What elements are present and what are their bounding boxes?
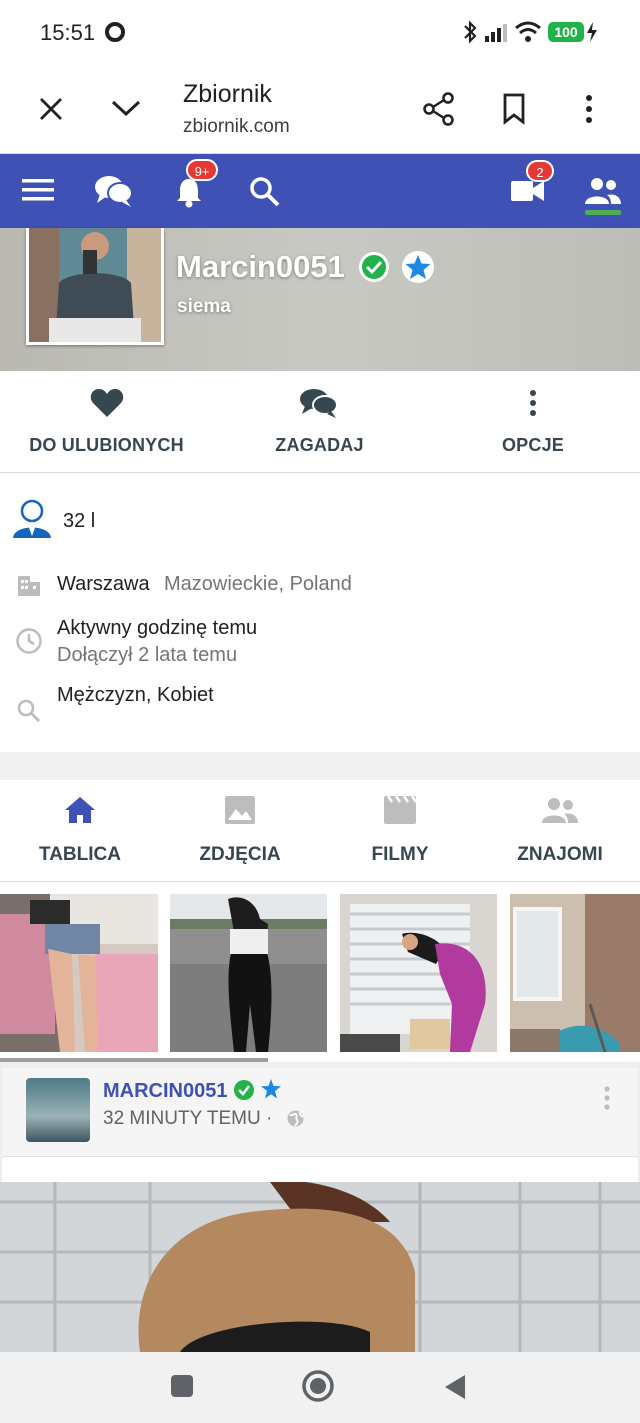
close-icon[interactable]	[38, 96, 64, 122]
status-time: 15:51	[40, 20, 96, 45]
active-tab-indicator	[585, 210, 621, 215]
options-button[interactable]: OPCJE	[426, 371, 640, 473]
tab-board-label: TABLICA	[39, 844, 121, 865]
post-more-icon[interactable]	[602, 1086, 612, 1112]
post-content-spacer	[2, 1156, 638, 1182]
recents-icon[interactable]	[170, 1374, 194, 1398]
photo-thumbnail[interactable]	[340, 894, 497, 1052]
profile-region: Mazowieckie, Poland	[164, 573, 352, 595]
post-image[interactable]	[0, 1182, 640, 1352]
globe-icon	[287, 1110, 304, 1127]
charging-icon	[587, 22, 597, 42]
status-circle-icon	[105, 22, 125, 42]
bookmark-icon[interactable]	[502, 93, 526, 125]
chat-icon[interactable]	[94, 174, 134, 208]
back-icon[interactable]	[443, 1373, 467, 1401]
home-icon	[65, 797, 95, 823]
city-icon	[18, 576, 40, 596]
heart-icon	[90, 389, 124, 417]
wifi-icon	[515, 21, 541, 42]
tab-videos-label: FILMY	[371, 844, 429, 865]
clock-icon	[16, 628, 42, 654]
looking-for: Mężczyzn, Kobiet	[57, 684, 214, 706]
profile-avatar[interactable]	[26, 228, 164, 345]
site-header: 9+ 2	[0, 154, 640, 228]
verified-check-icon	[234, 1080, 254, 1100]
ask-label: ZAGADAJ	[275, 435, 364, 455]
page-url: zbiornik.com	[183, 116, 290, 137]
profile-city: Warszawa	[57, 573, 150, 595]
verified-check-icon	[359, 252, 389, 282]
photo-thumbnail[interactable]	[0, 894, 158, 1052]
friends-icon	[542, 798, 578, 823]
more-vert-icon[interactable]	[583, 94, 595, 124]
page-title: Zbiornik	[183, 80, 272, 108]
search-icon[interactable]	[249, 176, 281, 208]
tab-board[interactable]: TABLICA	[0, 780, 160, 882]
film-icon	[384, 796, 416, 824]
friends-icon[interactable]	[585, 176, 621, 206]
hamburger-menu-icon[interactable]	[22, 178, 54, 202]
section-gap	[0, 752, 640, 780]
image-icon	[225, 796, 255, 824]
tab-friends[interactable]: ZNAJOMI	[480, 780, 640, 882]
thumbnail-image	[340, 894, 497, 1052]
battery-indicator: 100	[548, 22, 584, 42]
star-badge-icon	[261, 1079, 281, 1099]
post-author-avatar[interactable]	[26, 1078, 90, 1142]
browser-toolbar: Zbiornik zbiornik.com	[0, 64, 640, 154]
chevron-down-icon[interactable]	[110, 98, 142, 118]
male-user-icon	[13, 499, 51, 538]
options-label: OPCJE	[501, 435, 565, 455]
photo-strip	[0, 894, 640, 1052]
video-call-icon[interactable]	[511, 179, 545, 203]
system-navigation-bar	[0, 1352, 640, 1423]
star-badge-icon	[402, 251, 434, 283]
video-badge: 2	[526, 160, 554, 182]
tab-videos[interactable]: FILMY	[320, 780, 480, 882]
tab-photos-label: ZDJĘCIA	[199, 844, 281, 865]
post-timestamp: 32 MINUTY TEMU ·	[103, 1108, 273, 1129]
signal-icon	[485, 24, 507, 42]
tab-friends-label: ZNAJOMI	[517, 844, 603, 865]
photo-thumbnail[interactable]	[170, 894, 327, 1052]
tab-photos[interactable]: ZDJĘCIA	[160, 780, 320, 882]
post-header	[2, 1068, 638, 1156]
profile-username: Marcin0051	[176, 249, 345, 284]
post-author[interactable]: MARCIN0051	[103, 1080, 227, 1103]
share-icon[interactable]	[422, 92, 456, 126]
last-active: Aktywny godzinę temu	[57, 617, 258, 639]
thumbnail-image	[510, 894, 640, 1052]
profile-actions: DO ULUBIONYCH ZAGADAJ OPCJE	[0, 371, 640, 473]
home-nav-icon[interactable]	[301, 1369, 335, 1403]
notifications-badge: 9+	[186, 159, 218, 181]
avatar-photo	[29, 228, 161, 342]
search-icon	[17, 699, 41, 723]
system-status-bar: 15:51 100	[0, 0, 640, 64]
thumbnail-image	[0, 894, 158, 1052]
chat-bubbles-icon	[300, 389, 338, 418]
favorite-label: DO ULUBIONYCH	[29, 435, 184, 455]
profile-tabs: TABLICA ZDJĘCIA FILMY ZNAJOMI	[0, 780, 640, 882]
bluetooth-icon	[464, 20, 477, 44]
favorite-button[interactable]: DO ULUBIONYCH	[0, 371, 213, 473]
profile-info: 32 l Warszawa Mazowieckie, Poland Aktywn…	[0, 474, 640, 752]
thumbnail-image	[170, 894, 327, 1052]
photo-thumbnail[interactable]	[510, 894, 640, 1052]
profile-age: 32 l	[63, 510, 96, 532]
post-photo	[0, 1182, 640, 1352]
ask-button[interactable]: ZAGADAJ	[213, 371, 426, 473]
joined-date: Dołączył 2 lata temu	[57, 644, 238, 666]
profile-status: siema	[177, 296, 231, 317]
more-vert-icon	[530, 390, 536, 416]
